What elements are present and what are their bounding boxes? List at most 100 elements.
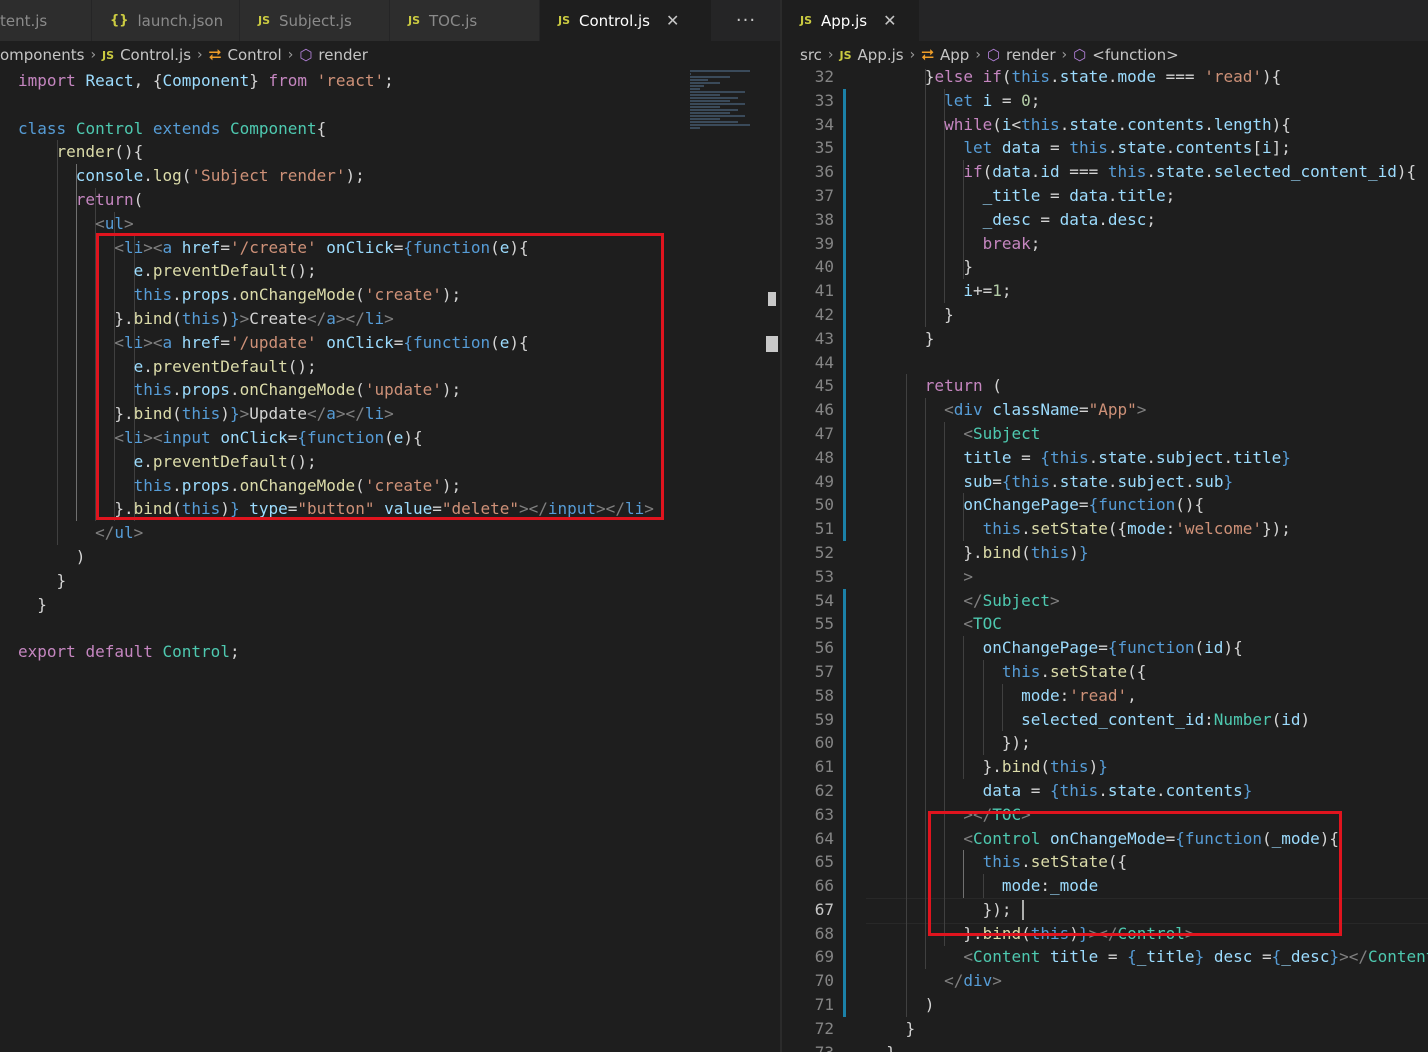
code-token: = (1098, 947, 1128, 967)
breadcrumb-label: render (318, 46, 368, 64)
code-line: }.bind(this)}>Create</a></li> (0, 307, 780, 331)
code-token: e (499, 332, 510, 352)
code-token: ></ (1339, 947, 1368, 967)
breadcrumb-item[interactable]: ⬡ render (987, 46, 1056, 64)
code-token: ( (1021, 923, 1031, 943)
line-number: 38 (814, 209, 834, 229)
line-number: 44 (814, 352, 834, 372)
code-line: class Control extends Component{ (0, 117, 780, 141)
close-icon[interactable]: ✕ (883, 11, 896, 30)
code-line: 35 let data = this.state.contents[i]; (782, 136, 1428, 160)
tab-app-js[interactable]: JS App.js ✕ (782, 0, 920, 41)
code-token: href (181, 332, 221, 352)
code-token: this (982, 852, 1022, 872)
tab-label: Control.js (579, 11, 650, 30)
control-js-code-editor[interactable]: import React, {Component} from 'react'; c… (0, 69, 780, 1052)
line-number: 51 (814, 519, 834, 539)
code-token: . (1098, 780, 1108, 800)
code-token: < (1011, 114, 1022, 134)
more-actions-icon[interactable]: ··· (712, 0, 780, 41)
code-token: TOC (992, 804, 1022, 824)
code-token: ; (1001, 281, 1012, 301)
line-number: 52 (814, 542, 834, 562)
code-line: <li><input onClick={function(e){ (0, 426, 780, 450)
code-token: </ (95, 523, 115, 543)
code-token: Control (972, 828, 1041, 848)
breadcrumb-item[interactable]: ⬡ render (299, 46, 368, 64)
code-token: state (1059, 471, 1108, 491)
breadcrumb-item[interactable]: ⮂ Control (209, 45, 282, 65)
minimap-line (690, 73, 691, 75)
code-token: desc (1107, 209, 1147, 229)
line-number: 69 (814, 947, 834, 967)
code-token: onChangeMode (239, 380, 356, 400)
code-token: ); (441, 285, 462, 305)
line-number: 55 (814, 614, 834, 634)
close-icon[interactable]: ✕ (666, 11, 679, 30)
tab-control-js[interactable]: JS Control.js ✕ (540, 0, 712, 41)
code-line: 51 this.setState({mode:'welcome'}); (782, 517, 1428, 541)
code-token: ( (1271, 709, 1282, 729)
code-token: this (1021, 114, 1060, 134)
code-token: React (85, 71, 134, 90)
code-line: 68 }.bind(this)}></Control> (782, 922, 1428, 946)
code-token: { (297, 427, 308, 447)
code-token: function (307, 427, 385, 447)
code-token: function (1184, 828, 1262, 848)
code-text: import React, {Component} from 'react'; (18, 69, 394, 93)
line-number: 34 (814, 114, 834, 134)
minimap-line (690, 112, 730, 114)
code-token: function (413, 237, 491, 257)
code-token: . (229, 285, 240, 305)
code-token: ( (172, 308, 182, 328)
breadcrumb-item[interactable]: ⮂ App (921, 45, 969, 65)
tab-launch-json[interactable]: {} launch.json (92, 0, 240, 41)
breadcrumb-item[interactable]: omponents (0, 46, 84, 64)
code-line: 69 <Content title = {_title} desc ={_des… (782, 945, 1428, 969)
minimap-line (690, 127, 700, 129)
code-line: </ul> (0, 521, 780, 545)
code-token: Component (162, 71, 250, 90)
code-text: return( (18, 188, 143, 212)
breadcrumb-item[interactable]: JS App.js (840, 46, 904, 64)
code-token: = (1011, 447, 1041, 467)
code-token: } (867, 257, 973, 277)
minimap[interactable] (690, 70, 762, 129)
app-js-code-editor[interactable]: 32 }else if(this.state.mode === 'read'){… (782, 69, 1428, 1052)
code-token: this (133, 380, 173, 400)
code-text: title = {this.state.subject.title} (867, 446, 1291, 470)
code-token: Create (249, 308, 308, 328)
code-token: ){ (509, 332, 529, 352)
code-line: 45 return ( (782, 374, 1428, 398)
code-token: ( (490, 237, 500, 257)
code-token: this (1050, 757, 1089, 777)
code-text: } (18, 569, 67, 593)
scrollbar-thumb[interactable] (768, 292, 776, 306)
line-number: 60 (814, 733, 834, 753)
code-line: this.props.onChangeMode('create'); (0, 283, 780, 307)
code-token: preventDefault (152, 451, 288, 471)
breadcrumb-item[interactable]: JS Control.js (102, 46, 191, 64)
tab-tent-js[interactable]: JStent.js (0, 0, 92, 41)
breadcrumb-item[interactable]: ⬡ <function> (1073, 46, 1179, 64)
code-text: }.bind(this)} type="button" value="delet… (18, 497, 654, 521)
code-token: < (114, 237, 124, 257)
tab-subject-js[interactable]: JS Subject.js (240, 0, 390, 41)
code-token: ( (133, 189, 144, 209)
tab-toc-js[interactable]: JS TOC.js (390, 0, 540, 41)
code-token: li (123, 237, 144, 257)
code-text: if(data.id === this.state.selected_conte… (867, 160, 1416, 184)
code-token: (); (287, 451, 317, 471)
breadcrumb-item[interactable]: src (800, 46, 822, 64)
code-token: = (393, 332, 404, 352)
